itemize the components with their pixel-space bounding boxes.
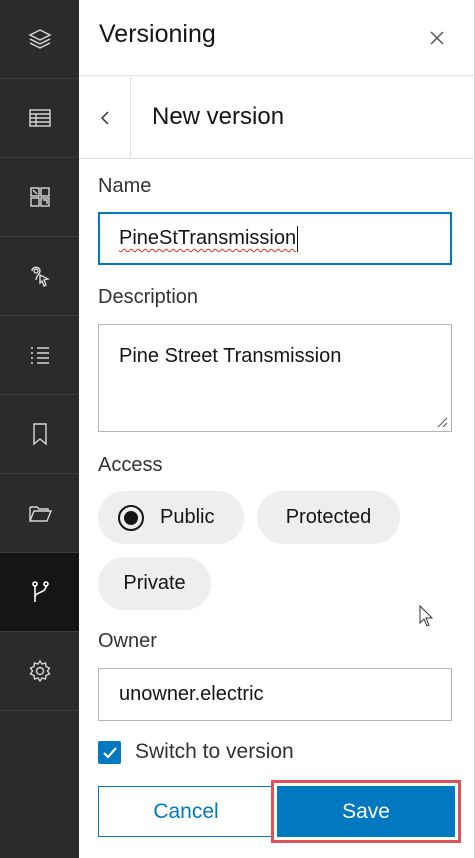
rail-table-button[interactable] [0, 79, 79, 158]
text-caret [297, 225, 299, 252]
switch-to-version-label: Switch to version [135, 740, 294, 763]
rail-settings-button[interactable] [0, 632, 79, 711]
panel-title: Versioning [99, 20, 216, 48]
owner-value: unowner.electric [119, 683, 264, 705]
table-icon [28, 109, 51, 127]
access-option-label: Private [123, 572, 186, 594]
access-label: Access [98, 454, 163, 476]
folder-open-icon [28, 506, 52, 522]
close-button[interactable] [423, 24, 451, 52]
rail-grid-button[interactable] [0, 158, 79, 237]
close-icon [430, 31, 444, 45]
save-button[interactable]: Save [271, 780, 461, 843]
back-button[interactable] [79, 77, 131, 159]
chevron-left-icon [100, 111, 109, 125]
owner-field[interactable]: unowner.electric [98, 668, 452, 721]
name-field[interactable]: PineStTransmission [98, 212, 452, 265]
owner-label: Owner [98, 630, 157, 652]
rail-bookmark-button[interactable] [0, 395, 79, 474]
select-cursor-icon [30, 266, 50, 287]
description-label: Description [98, 286, 199, 308]
name-label: Name [98, 175, 152, 197]
mouse-pointer-icon [419, 605, 434, 627]
cancel-button[interactable]: Cancel [98, 786, 274, 837]
description-field[interactable]: Pine Street Transmission [98, 324, 452, 432]
action-rail [0, 0, 79, 858]
versioning-panel: Versioning New version Name PineStTransm… [79, 0, 475, 858]
grid-qr-icon [29, 187, 50, 207]
rail-list-button[interactable] [0, 316, 79, 395]
bookmark-icon [32, 423, 47, 446]
access-option-protected[interactable]: Protected [257, 491, 400, 544]
list-icon [30, 347, 49, 364]
resize-handle-icon[interactable] [436, 416, 448, 428]
access-option-label: Protected [285, 506, 372, 528]
access-option-public[interactable]: Public [98, 491, 244, 544]
rail-select-button[interactable] [0, 237, 79, 316]
gear-icon [28, 659, 51, 683]
radio-selected-icon [118, 504, 144, 531]
rail-layers-button[interactable] [0, 0, 79, 79]
rail-versioning-button[interactable] [0, 553, 79, 632]
layers-icon [27, 29, 52, 49]
subheader-title: New version [152, 103, 285, 130]
access-option-private[interactable]: Private [98, 557, 211, 610]
rail-folder-button[interactable] [0, 474, 79, 553]
description-value: Pine Street Transmission [119, 345, 342, 367]
checkmark-icon [102, 746, 117, 759]
subheader: New version [79, 77, 475, 159]
panel-header: Versioning [79, 0, 475, 76]
switch-to-version-checkbox[interactable] [98, 741, 121, 764]
access-option-label: Public [160, 506, 215, 528]
name-value: PineStTransmission [119, 227, 297, 249]
branch-icon [31, 581, 49, 602]
